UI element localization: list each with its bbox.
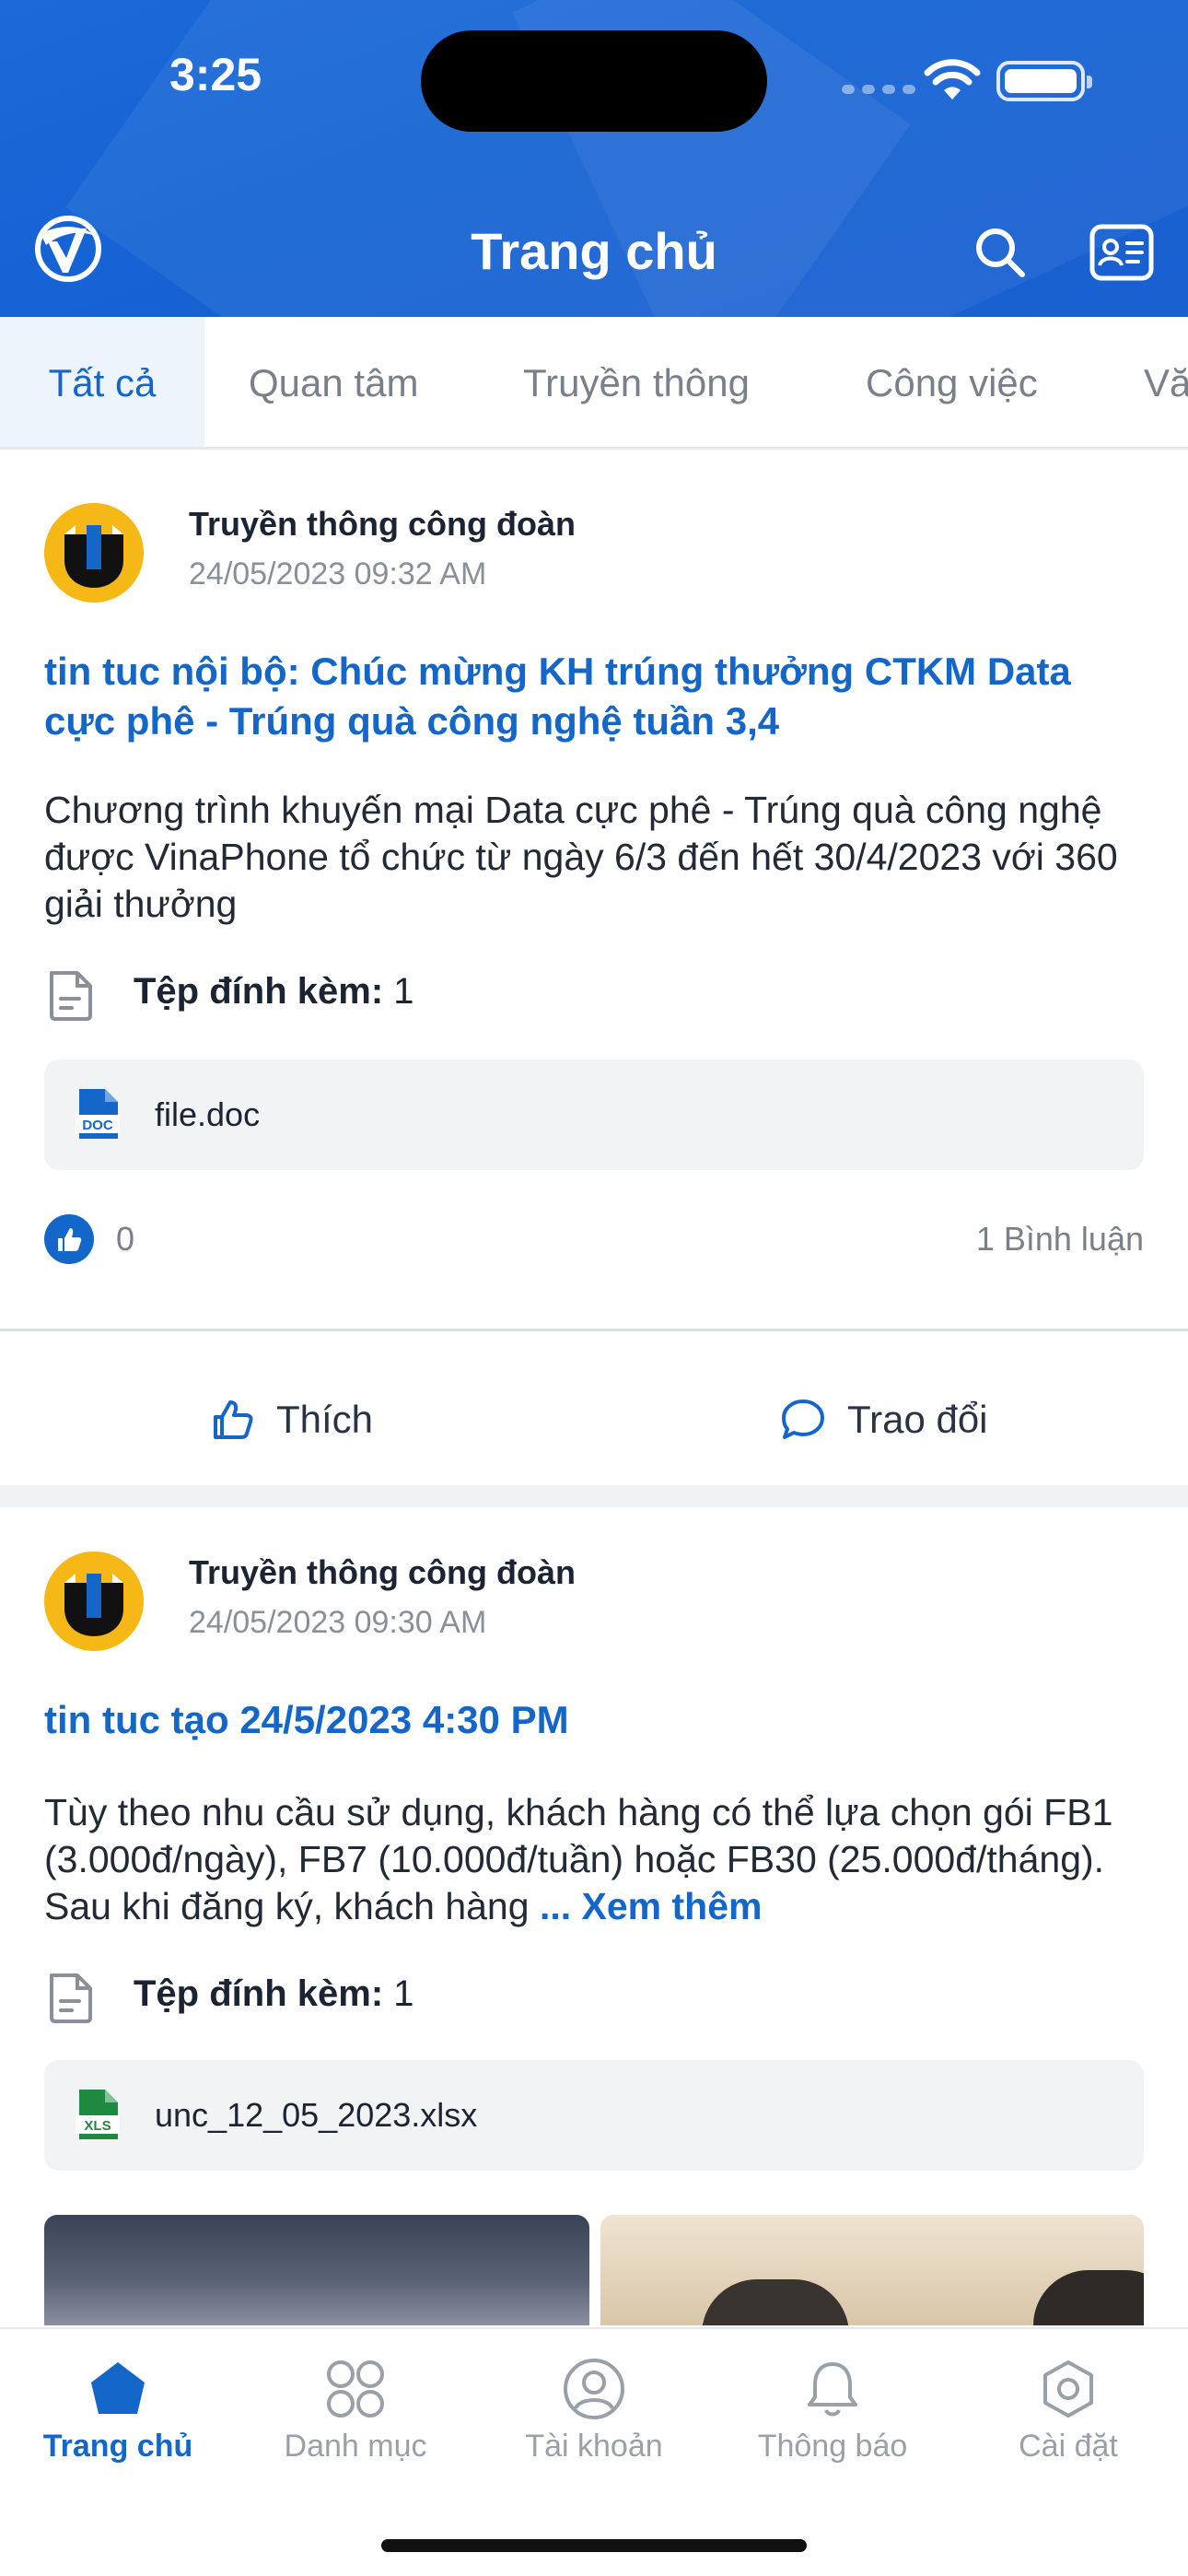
gear-icon (1043, 2360, 1093, 2418)
document-icon (50, 971, 92, 1021)
post-time: 24/05/2023 09:32 AM (189, 556, 487, 591)
tab-interested[interactable]: Quan tâm (249, 317, 418, 447)
file-attachment[interactable]: DOC file.doc (44, 1060, 1144, 1170)
cellular-signal-icon (842, 85, 915, 94)
like-button-label: Thích (276, 1398, 374, 1441)
attachment-count: 1 (393, 1973, 414, 2014)
nav-categories[interactable]: Danh mục (263, 2357, 448, 2465)
nav-label: Cài đặt (1019, 2429, 1118, 2464)
home-icon (91, 2362, 145, 2414)
like-count-icon (44, 1214, 94, 1264)
post-time: 24/05/2023 09:30 AM (189, 1605, 487, 1640)
wifi-icon (924, 59, 981, 100)
home-indicator (381, 2539, 807, 2552)
bell-icon (808, 2362, 857, 2417)
nav-label: Tài khoản (525, 2429, 663, 2464)
discuss-button[interactable]: Trao đổi (779, 1378, 988, 1461)
attachment-count: 1 (393, 971, 414, 1012)
file-name: unc_12_05_2023.xlsx (155, 2096, 478, 2134)
union-logo-icon (44, 503, 144, 603)
avatar[interactable] (44, 1551, 144, 1651)
post-card: Truyền thông công đoàn 24/05/2023 09:30 … (0, 1507, 1188, 2327)
tab-culture[interactable]: Vă (1144, 317, 1188, 447)
battery-icon (996, 61, 1092, 101)
discuss-button-label: Trao đổi (847, 1398, 988, 1441)
post-card: Truyền thông công đoàn 24/05/2023 09:32 … (0, 451, 1188, 1485)
like-count: 0 (116, 1220, 135, 1258)
tab-communication[interactable]: Truyền thông (523, 317, 750, 447)
attachment-label: Tệp đính kèm: 1 (134, 1973, 414, 2015)
post-body: Tùy theo nhu cầu sử dụng, khách hàng có … (44, 1789, 1159, 1930)
nav-label: Trang chủ (42, 2429, 193, 2464)
chat-bubble-icon (782, 1399, 824, 1439)
doc-file-icon: DOC (76, 1089, 120, 1139)
xls-file-icon-text: XLS (84, 2118, 111, 2134)
nav-home[interactable]: Trang chủ (26, 2357, 210, 2465)
post-image[interactable] (44, 2215, 589, 2325)
avatar[interactable] (44, 503, 144, 603)
document-icon (50, 1973, 92, 2023)
file-attachment[interactable]: XLS unc_12_05_2023.xlsx (44, 2060, 1144, 2171)
like-button[interactable]: Thích (210, 1378, 373, 1461)
post-separator (0, 1485, 1188, 1507)
xls-file-icon: XLS (76, 2090, 120, 2139)
file-name: file.doc (155, 1095, 261, 1133)
dynamic-island (421, 30, 767, 132)
attachment-label: Tệp đính kèm: 1 (134, 971, 414, 1013)
grid-icon (327, 2360, 384, 2418)
doc-file-icon-text: DOC (82, 1118, 113, 1133)
post-author[interactable]: Truyền thông công đoàn (189, 505, 576, 544)
nav-label: Thông báo (757, 2429, 908, 2464)
attachment-label-text: Tệp đính kèm: (134, 971, 384, 1012)
nav-account[interactable]: Tài khoản (502, 2357, 686, 2465)
see-more-link[interactable]: ... Xem thêm (540, 1885, 763, 1927)
nav-label: Danh mục (284, 2429, 427, 2464)
category-tabs: Tất cả Quan tâm Truyền thông Công việc V… (0, 317, 1188, 450)
post-body: Chương trình khuyến mại Data cực phê - T… (44, 789, 1118, 925)
nav-settings[interactable]: Cài đặt (976, 2357, 1160, 2465)
comment-count[interactable]: 1 Bình luận (976, 1220, 1144, 1259)
post-title[interactable]: tin tuc tạo 24/5/2023 4:30 PM (44, 1695, 1149, 1745)
app-screen: { "status_bar": { "time": "3:25" }, "hea… (0, 0, 1188, 2576)
divider (0, 1329, 1188, 1331)
nav-notifications[interactable]: Thông báo (740, 2357, 925, 2465)
status-time: 3:25 (169, 49, 262, 100)
tab-all[interactable]: Tất cả (0, 317, 204, 447)
tab-work[interactable]: Công việc (866, 317, 1038, 447)
post-author[interactable]: Truyền thông công đoàn (189, 1553, 576, 1592)
search-icon[interactable] (969, 221, 1033, 286)
app-header: 3:25 Trang chủ (0, 0, 1188, 317)
thumbs-up-icon (214, 1400, 253, 1439)
attachment-label-text: Tệp đính kèm: (134, 1973, 384, 2014)
union-logo-icon (44, 1551, 144, 1651)
user-icon (564, 2359, 624, 2419)
post-title[interactable]: tin tuc nội bộ: Chúc mừng KH trúng thưởn… (44, 647, 1149, 746)
id-card-icon[interactable] (1087, 217, 1157, 287)
post-image[interactable] (600, 2215, 1144, 2325)
